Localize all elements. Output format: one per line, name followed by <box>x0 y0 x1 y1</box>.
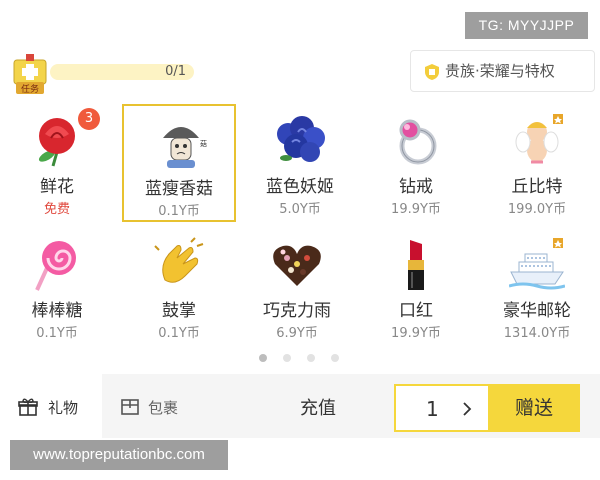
gift-item-blue-mushroom[interactable]: 菇 蓝瘦香菇 0.1Y币 <box>122 104 236 222</box>
recharge-button[interactable]: 充值 <box>300 374 336 444</box>
noble-privilege-button[interactable]: 贵族·荣耀与特权 <box>410 50 595 92</box>
page-dot[interactable] <box>307 354 315 362</box>
task-progress-count: 0/1 <box>165 64 186 79</box>
gift-item-clap[interactable]: 鼓掌 0.1Y币 <box>122 228 236 346</box>
watermark-tg: TG: MYYJJPP <box>465 12 588 39</box>
clapping-hands-icon <box>154 237 204 283</box>
svg-text:菇: 菇 <box>200 139 207 148</box>
package-icon <box>121 399 139 415</box>
gift-price: 19.9Y币 <box>391 326 441 341</box>
gift-name: 鼓掌 <box>162 301 196 321</box>
blue-roses-icon <box>277 116 325 162</box>
diamond-ring-icon <box>399 119 437 165</box>
gift-item-flower[interactable]: 3 鲜花 免费 <box>0 104 114 222</box>
task-progress-bar: 0/1 <box>50 64 194 80</box>
gift-item-lollipop[interactable]: 棒棒糖 0.1Y币 <box>0 228 114 346</box>
gift-name: 棒棒糖 <box>31 301 83 321</box>
tab-gifts[interactable]: 礼物 <box>0 374 102 438</box>
tab-package-label: 包裹 <box>148 399 179 417</box>
task-label: 任务 <box>21 83 39 95</box>
quantity-selector[interactable]: 1 赠送 <box>394 384 580 432</box>
gift-item-cruise-ship[interactable]: 豪华邮轮 1314.0Y币 <box>480 228 594 346</box>
gift-item-lipstick[interactable]: 口红 19.9Y币 <box>359 228 473 346</box>
blue-mushroom-icon: 菇 <box>163 127 207 168</box>
page-indicator <box>255 354 345 364</box>
page-dot[interactable] <box>259 354 267 362</box>
gift-grid: 3 鲜花 免费 菇 蓝瘦香菇 0.1Y币 蓝色妖姬 5.0Y币 钻戒 19.9Y… <box>0 104 600 344</box>
gift-price: 免费 <box>43 202 70 217</box>
gift-price: 6.9Y币 <box>276 326 318 341</box>
tab-gifts-label: 礼物 <box>48 399 79 417</box>
gift-name: 口红 <box>399 301 433 321</box>
gift-item-blue-roses[interactable]: 蓝色妖姬 5.0Y币 <box>243 104 357 222</box>
noble-privilege-label: 贵族·荣耀与特权 <box>445 62 555 80</box>
cupid-icon <box>515 114 563 164</box>
chocolate-heart-icon <box>273 245 321 286</box>
gift-price: 0.1Y币 <box>158 204 200 219</box>
bottom-bar: 礼物 包裹 充值 1 赠送 <box>0 374 600 438</box>
gift-name: 丘比特 <box>511 177 563 197</box>
gift-box-icon <box>18 398 38 416</box>
gift-item-diamond-ring[interactable]: 钻戒 19.9Y币 <box>359 104 473 222</box>
top-bar: 任务 0/1 贵族·荣耀与特权 <box>0 48 600 98</box>
lipstick-icon <box>408 240 424 290</box>
page-dot[interactable] <box>283 354 291 362</box>
gift-price: 5.0Y币 <box>279 202 321 217</box>
gift-name: 鲜花 <box>40 177 74 197</box>
watermark-url: www.topreputationbc.com <box>10 440 228 470</box>
first-aid-box-icon: 任务 <box>13 54 47 95</box>
gift-item-chocolate-rain[interactable]: 巧克力雨 6.9Y币 <box>240 228 354 346</box>
send-gift-button[interactable]: 赠送 <box>488 386 580 430</box>
gift-price: 0.1Y币 <box>158 326 200 341</box>
tab-package[interactable]: 包裹 <box>102 374 212 438</box>
noble-shield-icon <box>425 64 439 80</box>
quantity-value: 1 <box>426 397 439 421</box>
gift-name: 巧克力雨 <box>263 301 331 321</box>
gift-name: 蓝瘦香菇 <box>145 179 213 199</box>
page-dot[interactable] <box>331 354 339 362</box>
chevron-right-icon[interactable] <box>462 402 472 416</box>
cruise-ship-icon <box>509 238 565 290</box>
gift-price: 0.1Y币 <box>36 326 78 341</box>
gift-name: 钻戒 <box>399 177 433 197</box>
gift-item-cupid[interactable]: 丘比特 199.0Y币 <box>480 104 594 222</box>
task-icon[interactable]: 任务 <box>10 52 50 96</box>
gift-price: 199.0Y币 <box>507 202 567 217</box>
lollipop-icon <box>35 241 76 291</box>
gift-name: 豪华邮轮 <box>503 301 571 321</box>
gift-name: 蓝色妖姬 <box>266 177 334 197</box>
gift-price: 19.9Y币 <box>391 202 441 217</box>
rose-icon <box>38 118 75 167</box>
new-count-badge: 3 <box>78 108 100 130</box>
gift-price: 1314.0Y币 <box>503 326 571 341</box>
